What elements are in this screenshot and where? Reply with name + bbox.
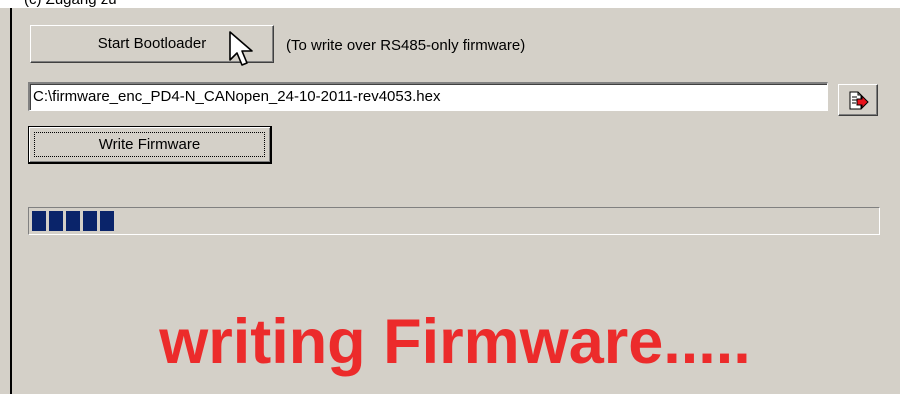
progress-block xyxy=(49,211,63,231)
status-message: writing Firmware..... xyxy=(159,307,751,377)
progress-block xyxy=(83,211,97,231)
top-strip: (c) Zugang zu xyxy=(0,0,900,8)
browse-file-button[interactable] xyxy=(838,84,878,116)
firmware-file-input[interactable]: C:\firmware_enc_PD4-N_CANopen_24-10-2011… xyxy=(28,82,828,111)
write-firmware-button[interactable]: Write Firmware xyxy=(28,126,272,164)
write-firmware-label: Write Firmware xyxy=(98,136,201,153)
top-strip-text: (c) Zugang zu xyxy=(24,0,117,8)
progress-fill xyxy=(32,211,114,231)
progress-block xyxy=(66,211,80,231)
firmware-panel: Start Bootloader (To write over RS485-on… xyxy=(0,8,900,394)
file-open-arrow-icon xyxy=(849,91,869,110)
focus-rectangle: Write Firmware xyxy=(34,132,265,157)
progress-block xyxy=(32,211,46,231)
bootloader-hint: (To write over RS485-only firmware) xyxy=(286,37,526,54)
progress-block xyxy=(100,211,114,231)
start-bootloader-label: Start Bootloader xyxy=(97,35,207,52)
progress-bar xyxy=(28,207,880,235)
mouse-cursor-icon xyxy=(229,31,253,66)
